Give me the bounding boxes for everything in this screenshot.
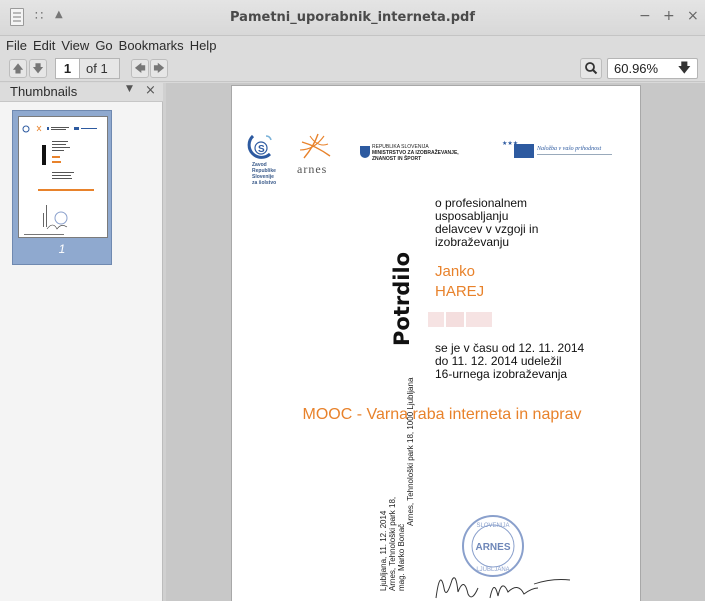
recipient-first-name: Janko bbox=[435, 263, 476, 280]
thumbnail-preview bbox=[18, 116, 108, 238]
issuer-address: Arnes, Tehnološki park 18, 1000 Ljubljan… bbox=[406, 377, 415, 526]
zavod-logo-icon: S bbox=[247, 134, 272, 159]
arrow-right-icon: 🡆 bbox=[153, 62, 165, 75]
redacted-block bbox=[466, 312, 492, 327]
arrow-left-icon: 🡄 bbox=[134, 62, 146, 75]
menu-edit[interactable]: Edit bbox=[33, 36, 55, 56]
intro-line-4: izobraževanju bbox=[435, 235, 510, 249]
redacted-block bbox=[446, 312, 464, 327]
menu-help[interactable]: Help bbox=[190, 36, 217, 56]
redacted-block bbox=[428, 312, 444, 327]
arnes-logo-text: arnes bbox=[297, 162, 328, 176]
eu-flag-icon bbox=[514, 144, 534, 158]
page-thumbnail[interactable]: 1 bbox=[12, 110, 112, 265]
zavod-logo-text: Zavod Republike Slovenije za šolstvo bbox=[252, 162, 276, 186]
toolbar: 🡅 🡇 1 of 1 🡄 🡆 60.96% 🡇 bbox=[0, 56, 705, 82]
sidebar-close-icon[interactable]: × bbox=[145, 83, 156, 98]
arnes-logo-icon bbox=[299, 133, 331, 159]
document-view[interactable]: S Zavod Republike Slovenije za šolstvo a… bbox=[166, 83, 705, 601]
next-page-button[interactable]: 🡇 bbox=[29, 59, 47, 78]
ministry-logo-text: REPUBLIKA SLOVENIJA MINISTRSTVO ZA IZOBR… bbox=[372, 144, 459, 162]
body-line-3: 16-urnega izobraževanja bbox=[435, 367, 568, 381]
eu-subtext-line bbox=[537, 154, 612, 159]
maximize-button[interactable]: + bbox=[663, 8, 675, 24]
find-button[interactable] bbox=[580, 58, 602, 79]
history-back-button[interactable]: 🡄 bbox=[131, 59, 149, 78]
sign-line-2: Arnes, Tehnološki park 18, bbox=[388, 496, 397, 591]
pdf-page: S Zavod Republike Slovenije za šolstvo a… bbox=[231, 85, 641, 601]
page-count-label: of 1 bbox=[80, 58, 120, 79]
svg-text:S: S bbox=[258, 144, 265, 155]
minimize-button[interactable]: − bbox=[639, 8, 651, 24]
zoom-value: 60.96% bbox=[614, 61, 659, 76]
zavod-line-4: za šolstvo bbox=[252, 180, 277, 186]
sign-line-3: mag. Marko Bonač bbox=[397, 523, 406, 591]
title-bar[interactable]: ∷ ▲ Pametni_uporabnik_interneta.pdf − + … bbox=[0, 0, 705, 36]
previous-page-button[interactable]: 🡅 bbox=[9, 59, 27, 78]
page-number-input[interactable]: 1 bbox=[55, 58, 80, 79]
thumbnails-sidebar: Thumbnails ▼ × 1 bbox=[0, 83, 163, 601]
window-title: Pametni_uporabnik_interneta.pdf bbox=[230, 10, 475, 25]
search-icon bbox=[585, 62, 598, 75]
pdf-viewer-window: ∷ ▲ Pametni_uporabnik_interneta.pdf − + … bbox=[0, 0, 705, 601]
eu-slogan: Naložba v vašo prihodnost bbox=[537, 146, 602, 152]
menu-go[interactable]: Go bbox=[95, 36, 112, 56]
certificate-heading: Potrdilo bbox=[390, 251, 414, 346]
coat-of-arms-icon bbox=[360, 146, 370, 158]
signature-block: Ljubljana, 11. 12. 2014 Arnes, Tehnološk… bbox=[379, 497, 406, 591]
arrow-up-icon: 🡅 bbox=[12, 62, 24, 75]
handwritten-signature bbox=[435, 577, 571, 599]
sidebar-header: Thumbnails ▼ × bbox=[0, 83, 163, 102]
course-title: MOOC - Varna raba interneta in naprav bbox=[302, 406, 582, 423]
menu-view[interactable]: View bbox=[61, 36, 89, 56]
sign-line-1: Ljubljana, 11. 12. 2014 bbox=[379, 510, 388, 591]
thumbnail-miniature bbox=[22, 125, 97, 235]
stamp-text: ARNES bbox=[475, 542, 510, 553]
menu-file[interactable]: File bbox=[6, 36, 27, 56]
history-forward-button[interactable]: 🡆 bbox=[150, 59, 168, 78]
zoom-select[interactable]: 60.96% 🡇 bbox=[607, 58, 698, 79]
arrow-down-icon: 🡇 bbox=[677, 61, 691, 76]
thumbnail-page-number: 1 bbox=[58, 242, 66, 256]
menu-bookmarks[interactable]: Bookmarks bbox=[119, 36, 184, 56]
window-controls: − + × bbox=[639, 8, 699, 24]
menu-bar: File Edit View Go Bookmarks Help bbox=[0, 36, 705, 56]
recipient-last-name: HAREJ bbox=[435, 283, 485, 300]
close-button[interactable]: × bbox=[687, 8, 699, 24]
stamp-ring-top: SLOVENIJA bbox=[476, 523, 509, 529]
ministry-line-3: ZNANOST IN ŠPORT bbox=[372, 156, 422, 162]
sidebar-title[interactable]: Thumbnails bbox=[10, 84, 77, 99]
certificate-body: se je v času od 12. 11. 2014 do 11. 12. … bbox=[435, 342, 584, 381]
sidebar-dropdown-icon[interactable]: ▼ bbox=[126, 84, 133, 94]
certificate-intro: o profesionalnem usposabljanju delavcev … bbox=[435, 197, 538, 249]
arrow-down-icon: 🡇 bbox=[32, 62, 44, 75]
